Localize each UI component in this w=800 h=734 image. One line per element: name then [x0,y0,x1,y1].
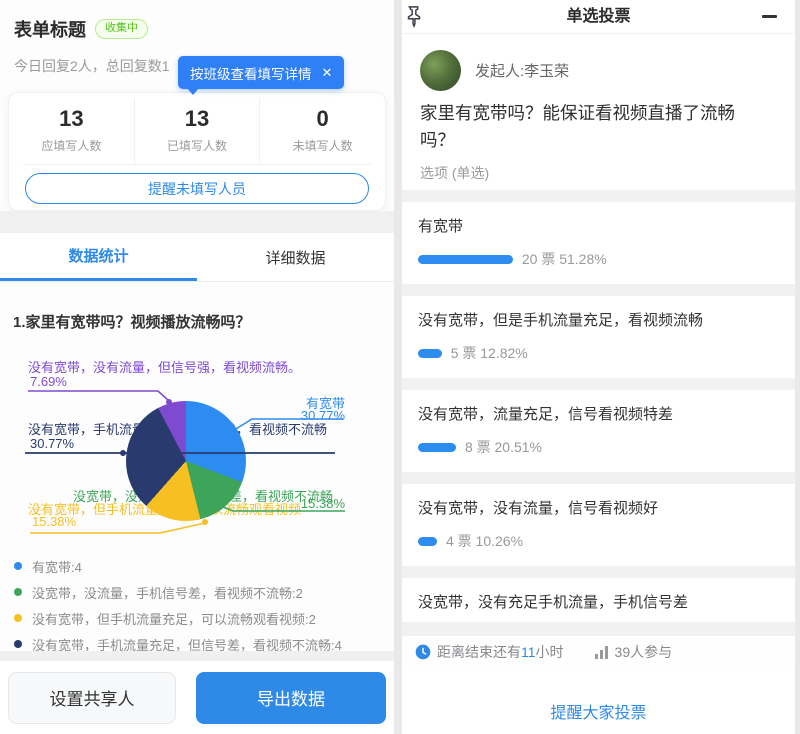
collecting-status-badge: 收集中 [95,19,148,38]
callout-navy-pct: 30.77% [30,436,74,451]
fill-stats-card: 13 应填写人数 13 已填写人数 0 未填写人数 提醒未填写人员 [8,92,386,211]
vote-option[interactable]: 没有宽带，没有流量，信号看视频好 4 票 10.26% [402,484,795,566]
legend-dot-navy [14,640,22,648]
option-label: 没有宽带，但是手机流量充足，看视频流畅 [418,309,779,330]
class-detail-tooltip[interactable]: 按班级查看填写详情 ✕ [178,56,344,89]
stat-value: 13 [9,106,134,132]
screen: 表单标题 收集中 今日回复2人，总回复数1 按班级查看填写详情 ✕ 13 应填写… [0,0,800,734]
clock-icon [415,644,431,660]
legend-label: 有宽带:4 [32,557,82,576]
callout-purple-label: 没有宽带，没有流量，但信号强，看视频流畅。 [28,357,301,376]
stat-should-fill: 13 应填写人数 [9,98,134,164]
initiator-label: 发起人:李玉荣 [475,60,569,81]
stat-value: 13 [135,106,260,132]
vote-count-text: 4 票 10.26% [446,531,523,551]
vote-title: 单选投票 [402,0,795,34]
countdown-hours: 11 [521,644,536,660]
close-icon[interactable]: ✕ [322,66,333,79]
option-result-row: 5 票 12.82% [418,343,779,363]
reply-summary-text: 今日回复2人，总回复数1 [14,56,170,76]
tooltip-text: 按班级查看填写详情 [190,63,312,83]
vote-options-list: 有宽带 20 票 51.28% 没有宽带，但是手机流量充足，看视频流畅 5 票 … [402,202,795,660]
participants-group: 39人参与 [594,642,673,662]
section-divider-band [0,211,394,233]
option-gap [402,378,795,390]
option-label: 有宽带 [418,215,779,236]
stats-row: 13 应填写人数 13 已填写人数 0 未填写人数 [9,98,385,164]
section-divider-band [402,622,795,636]
option-result-row: 20 票 51.28% [418,249,779,269]
tab-detailed-data[interactable]: 详细数据 [197,233,394,281]
option-label: 没宽带，没有充足手机流量，手机信号差 [418,591,779,612]
form-title-row: 表单标题 收集中 [14,16,148,42]
export-data-button[interactable]: 导出数据 [196,672,386,724]
vote-count-text: 20 票 51.28% [522,249,607,269]
vote-count-text: 5 票 12.82% [451,343,528,363]
option-result-row: 8 票 20.51% [418,437,779,457]
vote-header: 单选投票 [402,0,795,34]
form-stats-panel: 表单标题 收集中 今日回复2人，总回复数1 按班级查看填写详情 ✕ 13 应填写… [0,0,394,734]
participants-count: 39人参与 [615,642,673,662]
section-divider-band [0,651,394,661]
vote-count-text: 8 票 20.51% [465,437,542,457]
pie-chart [126,401,246,521]
vote-bar [418,537,437,546]
option-gap [402,472,795,484]
section-divider-band [402,190,795,202]
stats-tabs: 数据统计 详细数据 [0,233,394,282]
countdown-text: 距离结束还有11小时 [437,642,564,662]
option-gap [402,566,795,578]
legend-label: 没有宽带，但手机流量充足，可以流畅观看视频:2 [32,609,316,628]
vote-option[interactable]: 没有宽带，流量充足，信号看视频特差 8 票 20.51% [402,390,795,472]
option-result-row: 4 票 10.26% [418,531,779,551]
remind-everyone-vote-link[interactable]: 提醒大家投票 [402,699,795,723]
legend-dot-blue [14,562,22,570]
callout-green-pct: 15.38% [301,496,345,511]
legend-item: 没有宽带，但手机流量充足，可以流畅观看视频:2 [14,605,342,631]
vote-footer: 距离结束还有11小时 39人参与 [402,636,795,668]
stat-unfilled: 0 未填写人数 [259,98,385,164]
stat-label: 已填写人数 [135,137,260,154]
form-title: 表单标题 [14,16,86,42]
callout-purple-pct: 7.69% [30,374,67,389]
stat-filled: 13 已填写人数 [134,98,260,164]
divider [23,164,371,165]
legend-dot-yellow [14,614,22,622]
vote-bar [418,443,456,452]
tab-data-statistics[interactable]: 数据统计 [0,233,197,281]
option-label: 没有宽带，流量充足，信号看视频特差 [418,403,779,424]
legend-label: 没宽带，没流量，手机信号差，看视频不流畅:2 [32,583,303,602]
stat-label: 应填写人数 [9,137,134,154]
legend-item: 没宽带，没流量，手机信号差，看视频不流畅:2 [14,579,342,605]
avatar [420,50,461,91]
vote-panel: 单选投票 发起人:李玉荣 家里有宽带吗？能保证看视频直播了流畅吗？ 选项 (单选… [402,0,795,734]
pie-chart-area: 没有宽带，没有流量，但信号强，看视频流畅。 7.69% 有宽带 30.77% 没… [0,345,394,555]
minimize-icon[interactable] [762,15,777,18]
bottom-action-bar: 设置共享人 导出数据 [0,661,394,734]
option-label: 没有宽带，没有流量，信号看视频好 [418,497,779,518]
chart-question-title: 1.家里有宽带吗？视频播放流畅吗？ [13,311,251,332]
vote-question: 家里有宽带吗？能保证看视频直播了流畅吗？ [420,100,765,154]
vote-bar [418,349,442,358]
vote-option[interactable]: 没有宽带，但是手机流量充足，看视频流畅 5 票 12.82% [402,296,795,378]
legend-dot-green [14,588,22,596]
legend-item: 有宽带:4 [14,553,342,579]
remind-unfilled-button[interactable]: 提醒未填写人员 [25,173,369,204]
bar-chart-icon [594,646,609,659]
option-gap [402,284,795,296]
stat-label: 未填写人数 [260,137,385,154]
stat-value: 0 [260,106,385,132]
set-shared-people-button[interactable]: 设置共享人 [8,672,176,724]
options-type-label: 选项 (单选) [420,163,489,183]
callout-yellow-pct: 15.38% [32,514,76,529]
chart-legend: 有宽带:4 没宽带，没流量，手机信号差，看视频不流畅:2 没有宽带，但手机流量充… [14,553,342,657]
vote-option[interactable]: 有宽带 20 票 51.28% [402,202,795,284]
initiator-row: 发起人:李玉荣 [420,50,569,91]
vote-bar [418,255,513,264]
